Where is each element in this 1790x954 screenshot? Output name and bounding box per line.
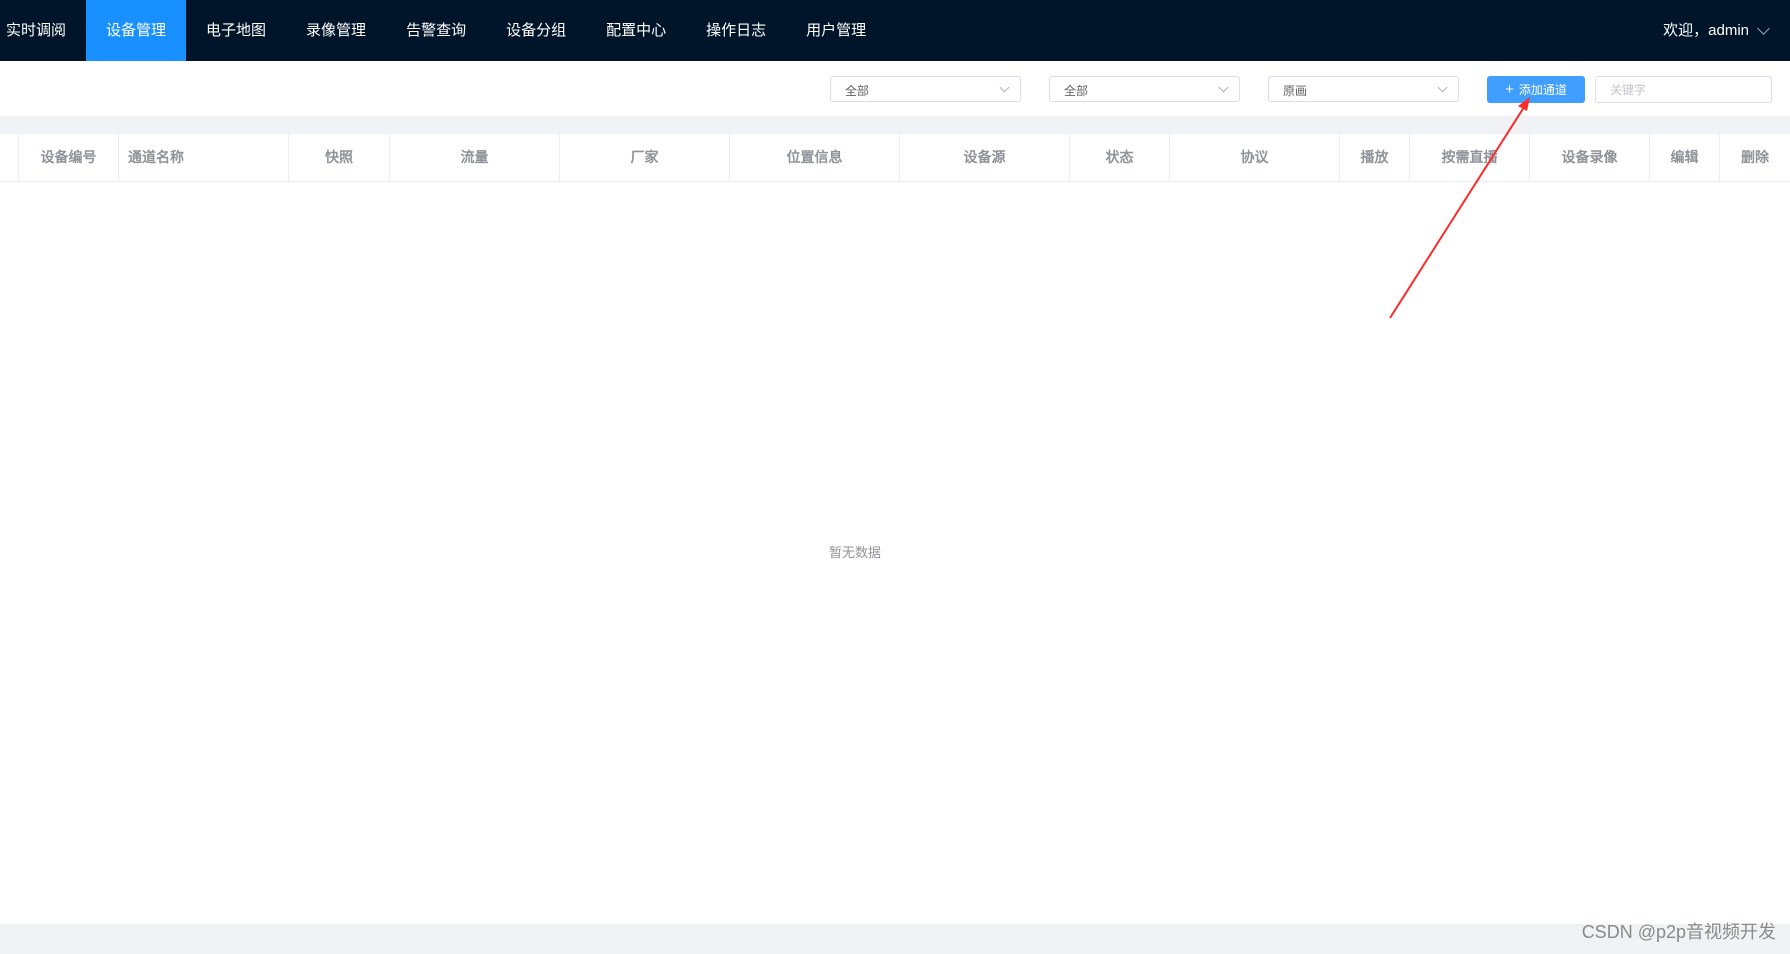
nav-item-live-view[interactable]: 实时调阅 bbox=[0, 0, 86, 61]
column-header-protocol: 协议 bbox=[1170, 134, 1340, 181]
add-channel-label: 添加通道 bbox=[1518, 83, 1567, 97]
column-header-device-recording: 设备录像 bbox=[1530, 134, 1650, 181]
add-channel-button[interactable]: + 添加通道 bbox=[1487, 76, 1585, 103]
channel-table: 设备编号 通道名称 快照 流量 厂家 位置信息 设备源 状态 协议 播放 按需直… bbox=[0, 134, 1790, 924]
filter-select-2[interactable]: 全部 bbox=[1049, 76, 1240, 102]
column-header-status: 状态 bbox=[1070, 134, 1170, 181]
nav-item-device-groups[interactable]: 设备分组 bbox=[486, 0, 586, 61]
column-header-traffic: 流量 bbox=[390, 134, 560, 181]
user-menu[interactable]: 欢迎，admin bbox=[1663, 0, 1770, 61]
column-header-device-source: 设备源 bbox=[900, 134, 1070, 181]
toolbar: 全部 全部 原画 + 添加通道 bbox=[0, 61, 1790, 116]
chevron-down-icon bbox=[1757, 21, 1770, 35]
column-header-on-demand-live: 按需直播 bbox=[1410, 134, 1530, 181]
table-header: 设备编号 通道名称 快照 流量 厂家 位置信息 设备源 状态 协议 播放 按需直… bbox=[0, 134, 1790, 182]
plus-icon: + bbox=[1505, 81, 1514, 98]
keyword-search-input[interactable] bbox=[1595, 76, 1772, 103]
filter-select-2-value: 全部 bbox=[1064, 84, 1089, 98]
nav-item-operation-log[interactable]: 操作日志 bbox=[686, 0, 786, 61]
chevron-down-icon bbox=[999, 82, 1010, 93]
column-header-manufacturer: 厂家 bbox=[560, 134, 730, 181]
column-header-delete: 删除 bbox=[1741, 149, 1769, 165]
column-header-channel-name: 通道名称 bbox=[119, 134, 289, 181]
nav-item-config-center[interactable]: 配置中心 bbox=[586, 0, 686, 61]
stream-quality-select[interactable]: 原画 bbox=[1268, 76, 1459, 102]
nav-item-recording-management[interactable]: 录像管理 bbox=[286, 0, 386, 61]
nav-item-user-management[interactable]: 用户管理 bbox=[786, 0, 886, 61]
watermark: CSDN @p2p音视频开发 bbox=[1581, 922, 1776, 942]
nav-item-device-management[interactable]: 设备管理 bbox=[86, 0, 187, 61]
table-header-selection bbox=[0, 134, 19, 181]
column-header-device-id: 设备编号 bbox=[19, 134, 119, 181]
column-header-snapshot: 快照 bbox=[289, 134, 390, 181]
column-header-edit: 编辑 bbox=[1650, 134, 1720, 181]
chevron-down-icon bbox=[1218, 82, 1229, 93]
empty-state-text: 暂无数据 bbox=[828, 545, 881, 560]
filter-select-1[interactable]: 全部 bbox=[830, 76, 1021, 102]
nav-item-alarm-query[interactable]: 告警查询 bbox=[386, 0, 486, 61]
top-navbar: 实时调阅 设备管理 电子地图 录像管理 告警查询 设备分组 配置中心 操作日志 … bbox=[0, 0, 1790, 61]
column-header-play: 播放 bbox=[1340, 134, 1410, 181]
column-header-location: 位置信息 bbox=[730, 134, 900, 181]
chevron-down-icon bbox=[1437, 82, 1448, 93]
main-nav: 实时调阅 设备管理 电子地图 录像管理 告警查询 设备分组 配置中心 操作日志 … bbox=[0, 0, 886, 61]
nav-item-e-map[interactable]: 电子地图 bbox=[186, 0, 286, 61]
filter-select-1-value: 全部 bbox=[845, 84, 870, 98]
stream-quality-value: 原画 bbox=[1283, 84, 1308, 98]
welcome-text: 欢迎，admin bbox=[1663, 22, 1749, 39]
